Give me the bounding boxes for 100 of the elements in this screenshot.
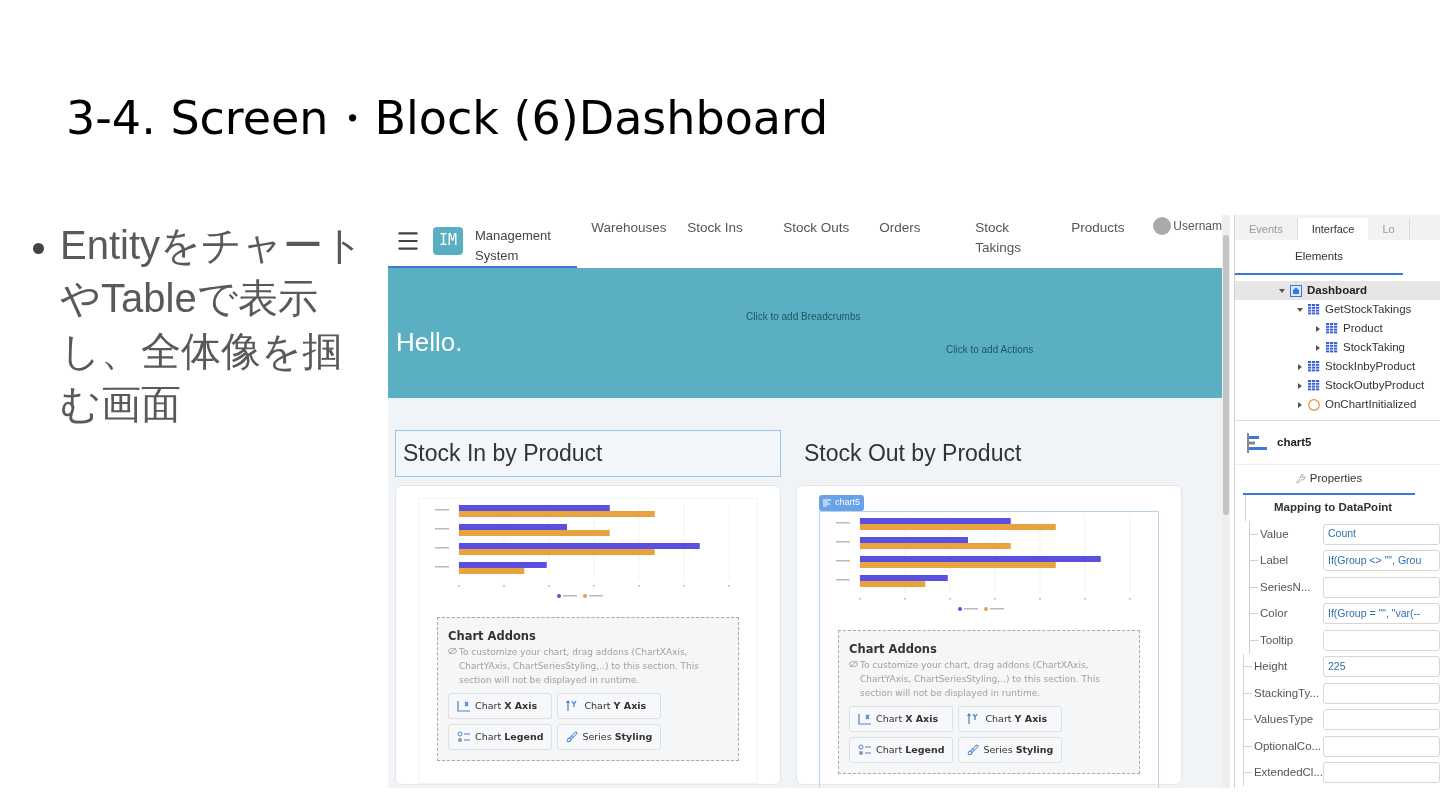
tree-item[interactable]: StockTaking (1235, 338, 1440, 357)
tick-mark (1129, 598, 1131, 600)
app-logo: IM (433, 226, 463, 255)
nav-link[interactable]: Warehouses (577, 215, 674, 238)
label-mark (435, 527, 449, 530)
label-mark (836, 579, 850, 581)
property-field[interactable]: If(Group = "", "var(-- (1323, 603, 1440, 625)
tree-item[interactable]: StockInbyProduct (1235, 357, 1440, 376)
label-mark (435, 546, 449, 549)
slide-title: 3-4. Screen・Block (6)Dashboard (66, 90, 830, 146)
table-icon (1308, 380, 1320, 391)
label-mark (435, 565, 449, 568)
app-name: Management System (475, 226, 552, 265)
tick-mark (859, 598, 861, 600)
paintbrush-icon (967, 744, 980, 757)
addon-button[interactable]: Series Styling (557, 724, 662, 750)
label-mark (990, 608, 1004, 610)
tree-item[interactable]: StockOutbyProduct (1235, 376, 1440, 395)
bullet-text: EntityをチャートやTableで表示し、全体像を掴む画面 (60, 222, 366, 428)
addon-button[interactable]: Chart X Axis (448, 693, 553, 719)
addons-hint: To customize your chart, drag addons (ChartXAxis, ChartYAxis, ChartSeriesStyling,..) to this section. This section will not be displayed in runtime. (860, 659, 1101, 701)
tree-item[interactable]: OnChartInitialized (1235, 395, 1440, 414)
caret-icon (1279, 287, 1285, 294)
caret-icon (1297, 382, 1303, 389)
property-field[interactable]: If(Group <> "", Grou (1323, 550, 1440, 572)
property-label: OptionalCo... (1254, 738, 1322, 754)
addon-button[interactable]: Chart Y Axis (958, 706, 1063, 733)
label-mark (836, 541, 850, 543)
tree-item[interactable]: Dashboard (1235, 281, 1440, 300)
hidden-eye-icon (448, 647, 457, 655)
legend-icon (858, 744, 872, 757)
label-mark (589, 594, 603, 597)
property-field[interactable] (1323, 709, 1440, 731)
label-mark (964, 608, 978, 610)
property-label: Tooltip (1260, 632, 1294, 648)
addon-button[interactable]: Chart Legend (849, 737, 954, 764)
table-icon (1308, 304, 1320, 315)
tick-mark (503, 584, 505, 587)
addon-button[interactable]: Chart X Axis (849, 706, 954, 733)
chart-icon (823, 499, 832, 507)
property-field[interactable] (1323, 762, 1440, 784)
tick-mark (638, 584, 640, 587)
property-field[interactable] (1323, 682, 1440, 704)
addons-title: Chart Addons (849, 641, 938, 658)
nav-link[interactable]: Stock Takings (961, 215, 1058, 258)
nav-link[interactable]: Stock Ins (673, 215, 770, 238)
properties-tab[interactable]: Properties (1243, 465, 1415, 495)
property-value: 225 (1328, 658, 1346, 674)
tick-mark (593, 584, 595, 587)
inspector-tab[interactable]: Interface (1297, 218, 1369, 240)
nav-link[interactable]: Products (1057, 215, 1154, 238)
panel-title: Stock Out by Product (803, 439, 1023, 469)
nav-link[interactable]: Orders (865, 215, 962, 238)
user-name[interactable]: Usernam (1173, 217, 1222, 235)
addon-button[interactable]: Series Styling (958, 737, 1063, 764)
property-label: Value (1260, 526, 1289, 542)
addon-button[interactable]: Chart Y Axis (557, 693, 662, 719)
tick-mark (458, 584, 460, 587)
tree-item[interactable]: Product (1235, 319, 1440, 338)
x-axis-icon (457, 700, 471, 712)
tick-mark (548, 584, 550, 587)
wrench-icon (1295, 474, 1306, 484)
section-title: Mapping to DataPoint (1274, 500, 1393, 516)
property-value: If(Group = "", "var(-- (1328, 605, 1421, 621)
tick-mark (904, 598, 906, 600)
property-value: Count (1328, 526, 1357, 542)
property-field[interactable]: 225 (1323, 656, 1440, 678)
property-label: Height (1254, 659, 1288, 675)
bar-chart-icon (1247, 432, 1269, 453)
table-icon (1308, 361, 1320, 372)
property-label: ValuesType (1254, 712, 1314, 728)
legend-dot (984, 607, 988, 611)
circle-icon (1308, 398, 1320, 411)
label-mark (563, 594, 577, 597)
caret-icon (1315, 344, 1321, 351)
label-mark (836, 560, 850, 562)
tick-mark (949, 598, 951, 600)
property-label: SeriesN... (1260, 579, 1311, 595)
tree-item[interactable]: GetStockTakings (1235, 300, 1440, 319)
property-label: StackingTy... (1254, 685, 1319, 701)
tick-mark (728, 584, 730, 587)
panel-title: Stock In by Product (395, 430, 781, 477)
property-field[interactable] (1323, 629, 1440, 651)
property-field[interactable] (1323, 735, 1440, 757)
legend-dot (583, 593, 587, 598)
avatar-icon[interactable] (1153, 217, 1172, 235)
property-label: Label (1260, 553, 1289, 569)
table-icon (1326, 342, 1338, 353)
property-label: Color (1260, 606, 1288, 622)
property-value: If(Group <> "", Grou (1328, 552, 1422, 568)
tick-mark (994, 598, 996, 600)
legend-dot (557, 593, 561, 598)
scrollbar-thumb[interactable] (1223, 235, 1229, 515)
property-field[interactable] (1323, 576, 1440, 598)
addon-button[interactable]: Chart Legend (448, 724, 553, 750)
nav-link[interactable]: Stock Outs (769, 215, 866, 238)
elements-tab[interactable]: Elements (1235, 240, 1403, 275)
property-field[interactable]: Count (1323, 523, 1440, 545)
element-badge: chart5 (819, 495, 864, 511)
label-mark (435, 508, 449, 511)
